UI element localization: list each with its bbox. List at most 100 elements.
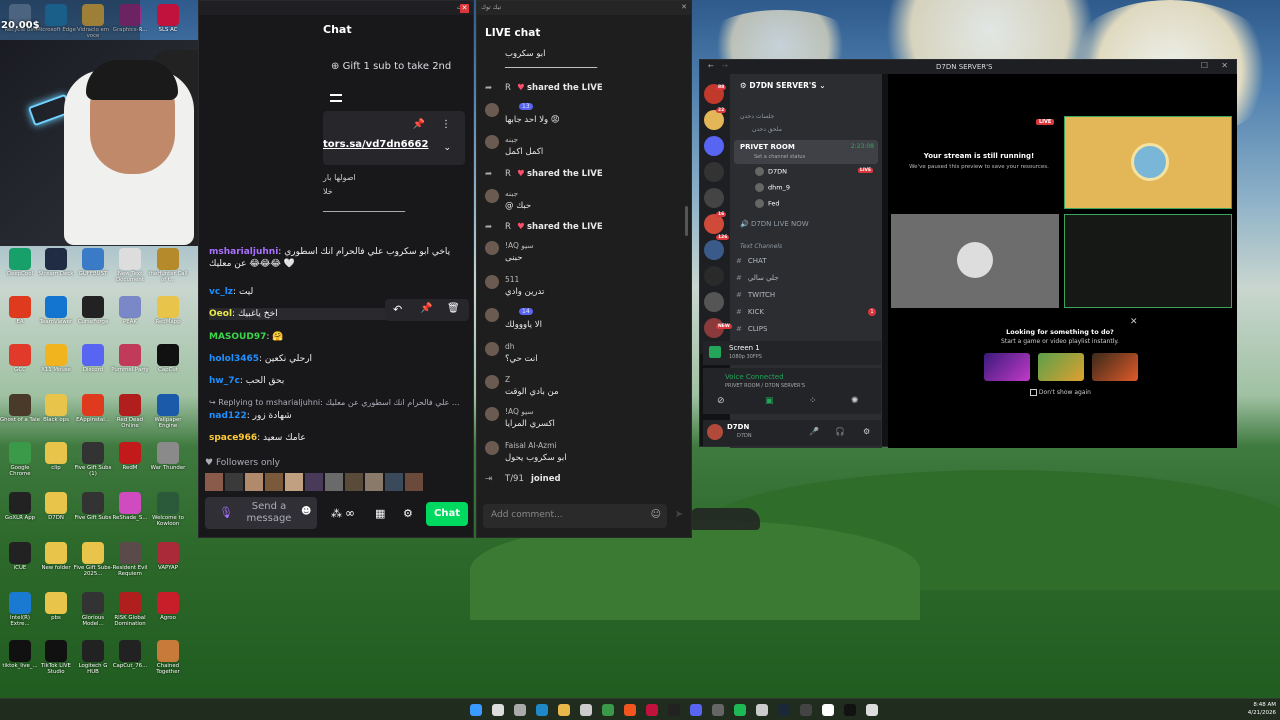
comment-input[interactable]: Add comment... ☺: [483, 504, 667, 528]
headphones-icon[interactable]: 🎧: [835, 427, 845, 436]
live-username[interactable]: جبنه: [505, 135, 518, 144]
desktop-icon[interactable]: tiktok_live_...: [0, 640, 40, 669]
desktop-icon[interactable]: DeepCool: [0, 248, 40, 277]
desktop-icon[interactable]: EAppinstal...: [73, 394, 113, 423]
explorer-icon[interactable]: [558, 704, 570, 716]
server-name[interactable]: ⚙ D7DN SERVER'S ⌄: [740, 81, 826, 90]
live-chat-row[interactable]: !AQ سيو اكسري المرايا: [485, 407, 681, 437]
desktop-icon[interactable]: Wallpaper Engine: [148, 394, 188, 429]
discord-icon[interactable]: [690, 704, 702, 716]
avatar[interactable]: [345, 473, 363, 491]
forward-icon[interactable]: →: [722, 62, 728, 70]
voice-channel-privet-room[interactable]: PRIVET ROOM 2:23:08 Set a channel status: [734, 140, 878, 164]
category-1[interactable]: جلسات دحدن: [740, 113, 774, 120]
user-panel[interactable]: D7DN D7DN 🎤 🎧 ⚙: [703, 420, 881, 446]
chrome-icon[interactable]: [602, 704, 614, 716]
settings-icon[interactable]: ⚙: [863, 427, 870, 436]
live-username[interactable]: !AQ سيو: [505, 241, 534, 250]
desktop-icon[interactable]: Five Gift Subs: [73, 492, 113, 521]
desktop-icon[interactable]: Ghost of a Tale: [0, 394, 40, 423]
stream-tile-empty[interactable]: [1064, 214, 1232, 308]
chat-message[interactable]: MASOUD97: 🤗: [209, 331, 465, 343]
media-icon[interactable]: [580, 704, 592, 716]
pinned-link[interactable]: tors.sa/vd7dn6662: [323, 139, 428, 150]
reply-icon[interactable]: ↶: [393, 303, 402, 316]
desktop-icon[interactable]: CapCut: [148, 344, 188, 373]
camera-off-icon[interactable]: ⊘: [717, 396, 725, 406]
server-icon[interactable]: [704, 214, 724, 234]
activity-card-1[interactable]: [984, 353, 1030, 381]
desktop-icon[interactable]: Google Chrome: [0, 442, 40, 477]
live-username[interactable]: T/91: [505, 474, 524, 484]
desktop-icon[interactable]: CapCut_76...: [110, 640, 150, 669]
desktop-icon[interactable]: iCUE: [0, 542, 40, 571]
voice-member[interactable]: dhm_9: [755, 183, 790, 192]
scrollbar[interactable]: [685, 206, 688, 236]
avatar[interactable]: [365, 473, 383, 491]
soundboard-icon[interactable]: ✺: [851, 396, 859, 406]
taskview-icon[interactable]: [514, 704, 526, 716]
text-channel[interactable]: # جلي سالي: [736, 274, 779, 282]
tiktok-icon[interactable]: [844, 704, 856, 716]
activity-card-3[interactable]: [1092, 353, 1138, 381]
desktop-icon[interactable]: Intel(R) Extre...: [0, 592, 40, 627]
stream-tile-user[interactable]: [891, 214, 1059, 308]
live-chat-row[interactable]: Z من بادي الوقت: [485, 375, 681, 405]
chat-username[interactable]: nad122: [209, 411, 247, 421]
screen-share-icon[interactable]: ▣: [765, 396, 774, 406]
avatar[interactable]: [485, 189, 499, 203]
live-username[interactable]: جبنه: [505, 189, 518, 198]
brave-icon[interactable]: [624, 704, 636, 716]
desktop-icon[interactable]: ReShade_S...: [110, 492, 150, 521]
desktop-icon[interactable]: Stream Deck: [36, 248, 76, 277]
server-icon[interactable]: [704, 136, 724, 156]
microphone-icon[interactable]: 🎙: [219, 506, 233, 519]
chat-message[interactable]: hw_7c: بحق الحب: [209, 375, 465, 387]
chat-username[interactable]: holol3465: [209, 354, 259, 364]
avatar[interactable]: [265, 473, 283, 491]
close-icon[interactable]: ✕: [1130, 317, 1138, 327]
live-now-channel[interactable]: 🔊 D7DN LIVE NOW: [740, 220, 809, 228]
live-chat-row[interactable]: 511 تدرين وادي: [485, 275, 681, 305]
app-icon[interactable]: [800, 704, 812, 716]
avatar[interactable]: [485, 135, 499, 149]
live-chat-row[interactable]: 13 ولا احد جابها 😡: [485, 103, 681, 133]
screen-share-panel[interactable]: Screen 1 1080p 30FPS: [703, 341, 881, 365]
close-icon[interactable]: ✕: [460, 4, 469, 13]
chat-username[interactable]: Oeol: [209, 309, 232, 319]
chat-message[interactable]: holol3465: ارحلي نكعين: [209, 353, 465, 365]
activity-card-2[interactable]: [1038, 353, 1084, 381]
live-chat-row[interactable]: جبنه اكمل اكمل: [485, 135, 681, 165]
live-username[interactable]: R: [505, 222, 511, 232]
chat-username[interactable]: vc_lz: [209, 287, 233, 297]
pin-icon[interactable]: 📌: [413, 119, 425, 130]
live-username[interactable]: Faisal Al-Azmi: [505, 441, 557, 450]
live-chat-row[interactable]: جبنه @ حبك: [485, 189, 681, 219]
live-chat-row[interactable]: Faisal Al-Azmiابو سكروب يحولــــــــــــ…: [485, 441, 681, 471]
audio-icon[interactable]: [756, 704, 768, 716]
desktop-icon[interactable]: Chained Together: [148, 640, 188, 675]
live-chat-row[interactable]: dh انت حي؟: [485, 342, 681, 372]
desktop-icon[interactable]: VAPYAP: [148, 542, 188, 571]
live-username[interactable]: R: [505, 169, 511, 179]
desktop-icon[interactable]: GCC: [0, 344, 40, 373]
settings-icon[interactable]: ⚙: [403, 507, 413, 520]
server-icon[interactable]: [704, 266, 724, 286]
desktop-icon[interactable]: Welcome to Kowloon: [148, 492, 188, 527]
activities-icon[interactable]: ⁘: [809, 396, 817, 406]
text-channel[interactable]: # TWITCH: [736, 291, 775, 299]
avatar[interactable]: [485, 441, 499, 455]
avatar[interactable]: [485, 308, 499, 322]
steam-icon[interactable]: [778, 704, 790, 716]
desktop-icon[interactable]: PEAK: [110, 296, 150, 325]
avatar[interactable]: [305, 473, 323, 491]
server-icon[interactable]: [704, 188, 724, 208]
desktop-icon[interactable]: X11 Mouse: [36, 344, 76, 373]
chevron-down-icon[interactable]: ⌄: [443, 143, 451, 153]
desktop-icon[interactable]: CurseForge: [73, 296, 113, 325]
spotify-icon[interactable]: [734, 704, 746, 716]
obs-icon[interactable]: [668, 704, 680, 716]
desktop-icon[interactable]: Red Dead Online: [110, 394, 150, 429]
emoji-icon[interactable]: ☺: [651, 509, 661, 520]
live-chat-row[interactable]: !AQ سيو حبنى: [485, 241, 681, 271]
